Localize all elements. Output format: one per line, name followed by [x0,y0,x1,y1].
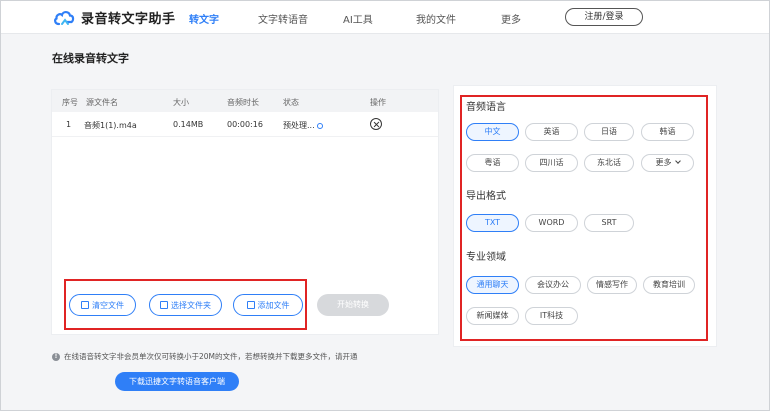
audio-language-title: 音频语言 [466,102,506,113]
add-file-button[interactable]: 添加文件 [233,294,303,316]
chevron-down-icon [674,158,681,164]
choose-folder-label: 选择文件夹 [171,300,211,310]
lang-chip-chinese[interactable]: 中文 [466,123,519,141]
login-button[interactable]: 注册/登录 [565,8,643,26]
top-header: 录音转文字助手 转文字 文字转语音 AI工具 我的文件 更多 注册/登录 [1,1,769,34]
lang-chip-northeast[interactable]: 东北话 [584,154,634,172]
app-name: 录音转文字助手 [81,12,176,27]
col-header-size: 大小 [173,98,189,107]
folder-icon [160,301,168,309]
notice-text: 在线语音转文字非会员单次仅可转换小于20M的文件，若想转换并下载更多文件，请开通 [64,352,358,361]
domain-chip-general[interactable]: 通用聊天 [466,276,519,294]
cloud-logo-icon [54,10,75,25]
choose-folder-button[interactable]: 选择文件夹 [149,294,222,316]
col-header-action: 操作 [370,98,386,107]
table-header: 序号 源文件名 大小 音频时长 状态 操作 [52,90,438,112]
add-file-icon [246,301,255,309]
row-index: 1 [66,120,72,129]
export-format-title: 导出格式 [466,191,506,202]
add-file-label: 添加文件 [257,300,290,310]
format-chip-word[interactable]: WORD [525,214,578,232]
row-duration: 00:00:16 [227,120,263,129]
trash-icon [81,301,89,309]
domain-chip-emotion[interactable]: 情感写作 [587,276,637,294]
row-size: 0.14MB [173,120,204,129]
col-header-duration: 音频时长 [227,98,259,107]
domain-title: 专业领域 [466,252,506,263]
nav-item-text-to-speech[interactable]: 文字转语音 [258,11,308,26]
domain-chip-meeting[interactable]: 会议办公 [525,276,581,294]
lang-chip-korean[interactable]: 韩语 [641,123,694,141]
lang-more-label: 更多 [655,158,672,167]
lang-chip-sichuan[interactable]: 四川话 [525,154,578,172]
table-row: 1 音频1(1).m4a 0.14MB 00:00:16 预处理... [52,113,438,137]
lang-chip-english[interactable]: 英语 [525,123,578,141]
lang-more-dropdown[interactable]: 更多 [641,154,694,172]
nav-item-ai-tools[interactable]: AI工具 [343,11,373,26]
info-icon[interactable] [316,122,323,129]
member-notice: ! 在线语音转文字非会员单次仅可转换小于20M的文件，若想转换并下载更多文件，请… [52,351,358,362]
row-status-text: 预处理... [283,121,315,130]
nav-item-speech-to-text[interactable]: 转文字 [189,11,219,26]
domain-chip-it[interactable]: IT科技 [525,307,578,325]
start-convert-button[interactable]: 开始转换 [317,294,389,316]
row-status: 预处理... [283,120,323,131]
clear-files-button[interactable]: 清空文件 [69,294,136,316]
col-header-index: 序号 [62,98,78,107]
info-circle-icon: ! [52,352,60,361]
domain-chip-education[interactable]: 教育培训 [643,276,695,294]
delete-icon[interactable] [370,118,382,130]
page-title: 在线录音转文字 [52,52,129,65]
nav-item-more[interactable]: 更多 [501,11,521,26]
nav-item-my-files[interactable]: 我的文件 [416,11,456,26]
app-logo[interactable]: 录音转文字助手 [53,8,176,27]
row-filename: 音频1(1).m4a [84,121,137,130]
clear-files-label: 清空文件 [92,300,124,310]
app-frame: 录音转文字助手 转文字 文字转语音 AI工具 我的文件 更多 注册/登录 在线录… [0,0,770,411]
download-client-button[interactable]: 下载迅捷文字转语音客户端 [115,372,239,391]
lang-chip-cantonese[interactable]: 粤语 [466,154,519,172]
format-chip-srt[interactable]: SRT [584,214,634,232]
col-header-filename: 源文件名 [86,98,118,107]
col-header-status: 状态 [283,98,299,107]
domain-chip-news[interactable]: 新闻媒体 [466,307,519,325]
format-chip-txt[interactable]: TXT [466,214,519,232]
lang-chip-japanese[interactable]: 日语 [584,123,634,141]
